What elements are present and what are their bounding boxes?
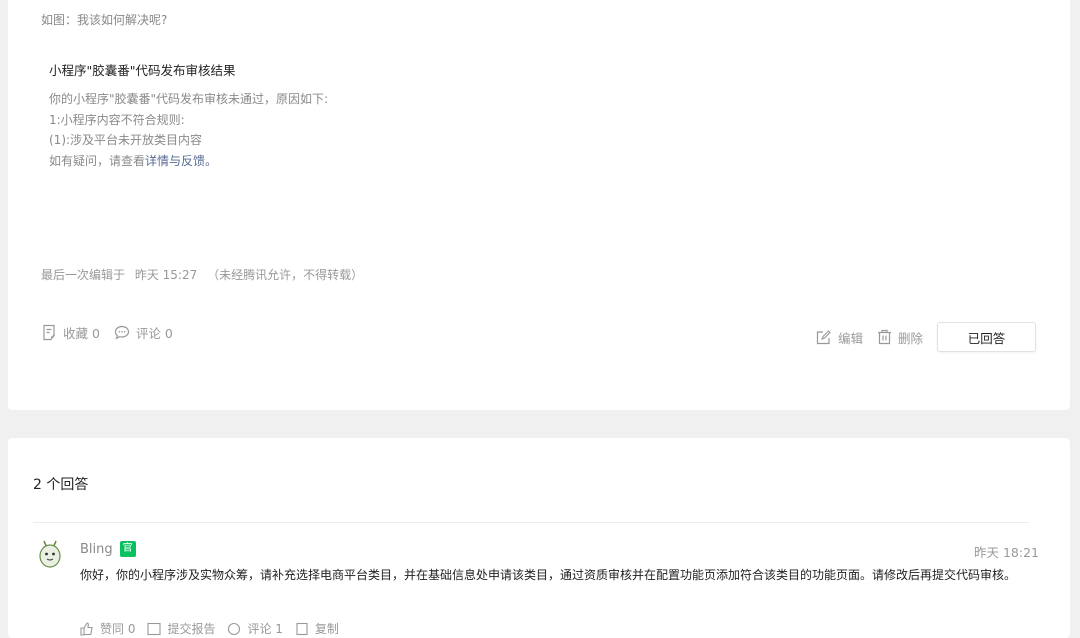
- question-intro: 如图：我该如何解决呢?: [41, 13, 168, 27]
- collect-icon: [43, 324, 55, 341]
- delete-label: 删除: [897, 330, 923, 346]
- comment-icon: [114, 325, 130, 340]
- copy-button[interactable]: 复制: [295, 620, 339, 637]
- notice-title: 小程序"胶囊番"代码发布审核结果: [49, 63, 236, 78]
- edit-button[interactable]: 编辑: [816, 328, 863, 347]
- feedback-link[interactable]: 详情与反馈: [145, 154, 205, 168]
- edited-label: 最后一次编辑于: [41, 268, 126, 282]
- answered-button[interactable]: 已回答: [937, 322, 1036, 352]
- answer-actions: 赞同 0 提交报告 评论 1 复制: [80, 620, 351, 637]
- notice-line: 如有疑问，请查看详情与反馈。: [49, 151, 328, 172]
- answers-card: [8, 438, 1070, 638]
- notice-line: 1:小程序内容不符合规则:: [49, 112, 185, 127]
- avatar-image[interactable]: [36, 539, 64, 569]
- comment-button[interactable]: 评论 0: [114, 323, 173, 342]
- report-label: 提交报告: [167, 622, 216, 636]
- copy-icon: [296, 622, 308, 635]
- delete-button[interactable]: 删除: [877, 328, 923, 347]
- report-button[interactable]: 提交报告: [147, 620, 215, 637]
- notice-last-prefix: 如有疑问，请查看: [49, 153, 146, 168]
- collect-label: 收藏 0: [63, 326, 100, 341]
- edit-info: 最后一次编辑于 昨天 15:27 （未经腾讯允许，不得转载）: [41, 266, 363, 283]
- username[interactable]: Bling: [80, 542, 113, 557]
- edit-label: 编辑: [837, 330, 863, 346]
- like-icon: [80, 621, 93, 636]
- answer-time: 昨天 18:21: [974, 545, 1039, 560]
- notice-line: (1):涉及平台未开放类目内容: [49, 133, 203, 147]
- notice-body: 你的小程序"胶囊番"代码发布审核未通过，原因如下: 1:小程序内容不符合规则: …: [49, 89, 328, 171]
- edited-note: （未经腾讯允许，不得转载）: [207, 268, 364, 282]
- comment-label: 评论 0: [135, 326, 173, 341]
- official-badge: 官: [119, 541, 136, 557]
- comment-icon: [228, 622, 241, 635]
- copy-label: 复制: [314, 622, 339, 636]
- edit-icon: [816, 329, 831, 344]
- answer-user: Bling 官: [80, 541, 136, 557]
- like-button[interactable]: 赞同 0: [80, 620, 135, 637]
- question-card: 如图：我该如何解决呢? 小程序"胶囊番"代码发布审核结果 你的小程序"胶囊番"代…: [8, 0, 1070, 410]
- question-meta: 收藏 0 评论 0: [41, 323, 187, 342]
- answers-title: 2 个回答: [33, 477, 89, 493]
- divider: [33, 522, 1029, 523]
- notice-last-suffix: 。: [205, 153, 218, 168]
- like-label: 赞同 0: [100, 622, 136, 636]
- delete-icon: [877, 329, 891, 345]
- answer-text: 你好，你的小程序涉及实物众筹，请补充选择电商平台类目，并在基础信息处申请该类目，…: [80, 568, 1017, 582]
- question-actions: 编辑 删除 已回答: [816, 322, 1036, 352]
- edited-time: 昨天 15:27: [134, 268, 198, 282]
- notice-line: 你的小程序"胶囊番"代码发布审核未通过，原因如下:: [49, 92, 329, 106]
- answer-comment-button[interactable]: 评论 1: [227, 620, 283, 637]
- answer-comment-label: 评论 1: [247, 622, 283, 636]
- collect-button[interactable]: 收藏 0: [41, 323, 100, 342]
- report-icon: [147, 622, 162, 635]
